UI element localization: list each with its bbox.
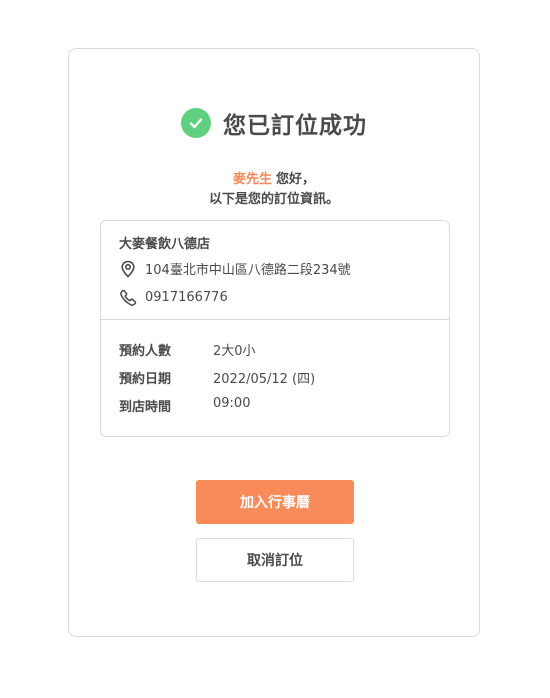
store-address: 104臺北市中山區八德路二段234號 [119,259,351,278]
store-phone: 0917166776 [119,288,228,306]
map-pin-icon [119,260,137,278]
greeting-subtitle: 以下是您的訂位資訊。 [208,192,339,207]
arrival-time-value: 09:00 [213,396,251,411]
reservation-date-row: 預約日期 2022/05/12 (四) [119,368,315,387]
party-size-row: 預約人數 2大0小 [119,340,256,359]
greeting-hello: 您好， [276,172,316,187]
page-title: 您已訂位成功 [223,113,367,139]
party-size-label: 預約人數 [119,344,172,359]
customer-name: 麥先生 [232,172,272,187]
arrival-time-row: 到店時間 09:00 [119,396,250,415]
arrival-time-label: 到店時間 [119,400,172,415]
check-circle-icon [181,108,211,138]
store-phone-text: 0917166776 [145,289,228,305]
phone-icon [119,288,137,306]
party-size-value: 2大0小 [213,344,256,359]
success-header: 您已訂位成功 [69,105,479,141]
greeting-text: 麥先生 您好， 以下是您的訂位資訊。 [69,170,479,210]
reservation-date-value: 2022/05/12 (四) [213,372,316,387]
store-name: 大麥餐飲八德店 [119,237,211,252]
reservation-info-box: 大麥餐飲八德店 104臺北市中山區八德路二段234號 0917166776 預約… [100,220,450,437]
store-address-text: 104臺北市中山區八德路二段234號 [145,263,351,278]
cancel-reservation-button[interactable]: 取消訂位 [196,538,354,582]
store-section: 大麥餐飲八德店 104臺北市中山區八德路二段234號 0917166776 [101,221,449,320]
reservation-success-card: 您已訂位成功 麥先生 您好， 以下是您的訂位資訊。 大麥餐飲八德店 104臺北市中… [68,48,480,637]
reservation-date-label: 預約日期 [119,372,172,387]
add-to-calendar-button[interactable]: 加入行事曆 [196,480,354,524]
